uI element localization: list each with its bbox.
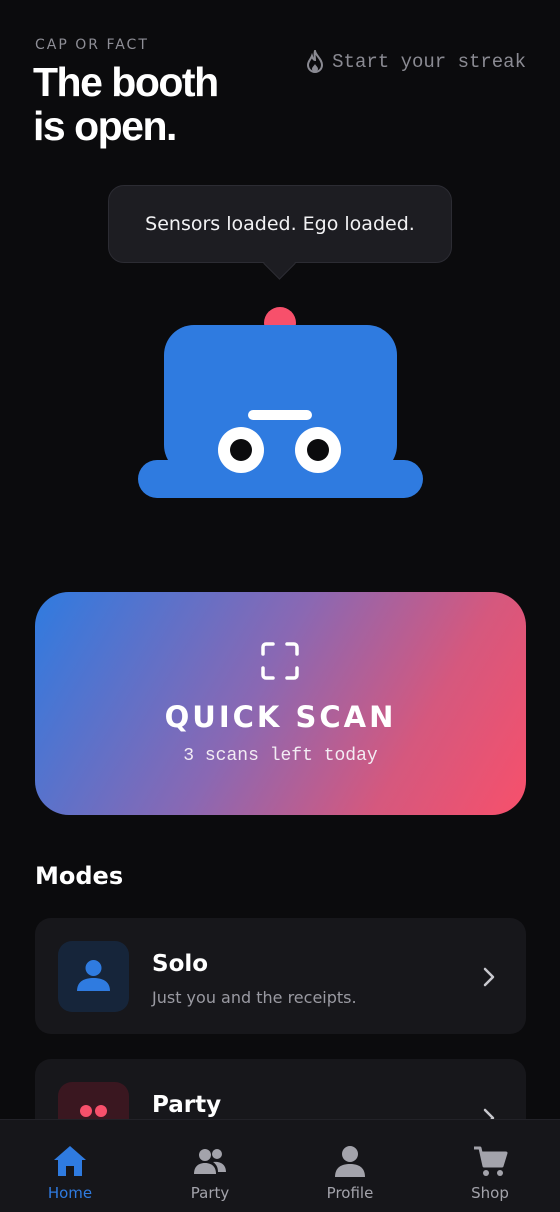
tab-shop[interactable]: Shop [420,1120,560,1212]
home-screen: CAP OR FACT The booth is open. Start you… [0,0,560,1212]
tab-party-label: Party [190,1184,230,1202]
modes-section-title: Modes [35,862,124,890]
robot-mascot-illustration [138,307,423,498]
people-icon [194,1149,226,1174]
quick-scan-title: QUICK SCAN [164,700,397,734]
person-icon [58,941,129,1012]
streak-button[interactable]: Start your streak [306,50,526,74]
mode-name-party: Party [152,1092,222,1118]
page-title-line-1: The booth [33,59,219,105]
page-title: The booth is open. [33,59,219,149]
home-icon [54,1146,86,1176]
app-eyebrow: CAP OR FACT [35,37,149,53]
cart-icon [474,1146,508,1176]
speech-text: Sensors loaded. Ego loaded. [145,213,415,235]
tab-home-label: Home [47,1184,93,1202]
mode-card-solo[interactable]: Solo Just you and the receipts. [35,918,526,1034]
page-title-line-2: is open. [33,103,177,149]
tab-party[interactable]: Party [140,1120,280,1212]
tab-home[interactable]: Home [0,1120,140,1212]
streak-label: Start your streak [332,51,526,73]
tab-profile[interactable]: Profile [280,1120,420,1212]
mode-description-solo: Just you and the receipts. [152,988,357,1007]
profile-icon [335,1146,365,1177]
bottom-tab-bar: Home Party Profile Shop [0,1119,560,1212]
quick-scan-subtitle: 3 scans left today [183,746,378,766]
scan-frame-icon [261,642,299,680]
chevron-right-icon [483,967,495,987]
tab-profile-label: Profile [326,1184,374,1202]
mode-name-solo: Solo [152,951,209,977]
tab-shop-label: Shop [471,1184,509,1202]
flame-icon [306,50,324,74]
